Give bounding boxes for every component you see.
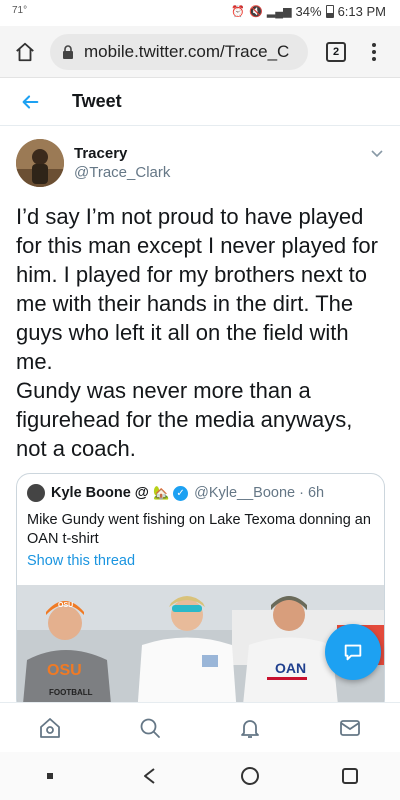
back-button[interactable] bbox=[0, 78, 60, 126]
browser-toolbar: mobile.twitter.com/Trace_C 2 bbox=[0, 26, 400, 78]
house-emoji-icon: 🏡 bbox=[152, 485, 170, 500]
messages-icon bbox=[340, 719, 360, 736]
quoted-author-name: Kyle Boone @ bbox=[51, 485, 149, 501]
avatar-photo bbox=[16, 139, 64, 187]
speech-bubble-icon bbox=[344, 644, 362, 661]
quoted-tweet[interactable]: Kyle Boone @ 🏡 ✓ @Kyle__Boone · 6h Mike … bbox=[16, 473, 385, 713]
back-icon bbox=[144, 768, 155, 784]
bottom-tab-bar bbox=[0, 702, 400, 752]
verified-badge-icon: ✓ bbox=[173, 485, 189, 501]
page-title: Tweet bbox=[72, 91, 122, 111]
quoted-author-handle: @Kyle__Boone bbox=[194, 485, 296, 501]
quoted-timestamp: 6h bbox=[307, 485, 325, 501]
chevron-down-icon[interactable] bbox=[370, 146, 384, 160]
nav-home-button[interactable] bbox=[220, 752, 280, 800]
shirt-football-text: FOOTBALL bbox=[49, 688, 93, 697]
nav-back-button[interactable] bbox=[120, 752, 180, 800]
tab-messages[interactable] bbox=[320, 703, 380, 753]
quoted-tweet-text: Mike Gundy went fishing on Lake Texoma d… bbox=[27, 512, 371, 547]
android-nav-bar bbox=[0, 752, 400, 800]
show-thread-link[interactable]: Show this thread bbox=[27, 553, 135, 569]
temperature: 71° bbox=[12, 5, 28, 16]
address-bar[interactable]: mobile.twitter.com/Trace_C bbox=[50, 33, 308, 70]
tweet-text: I’d say I’m not proud to have played for… bbox=[16, 204, 378, 461]
clock: 6:13 PM bbox=[337, 4, 386, 19]
author-name[interactable]: Tracery bbox=[74, 145, 170, 162]
status-icons: ⏰ 🔇 ▂▄▆ 34% 6:13 PM bbox=[231, 4, 386, 19]
tab-notifications[interactable] bbox=[220, 703, 280, 753]
dot-icon bbox=[372, 49, 376, 54]
browser-menu-button[interactable] bbox=[364, 42, 384, 61]
author-handle[interactable]: @Trace_Clark bbox=[74, 164, 170, 181]
quoted-tweet-header: Kyle Boone @ 🏡 ✓ @Kyle__Boone · 6h bbox=[27, 484, 324, 502]
nav-overview-button[interactable] bbox=[320, 752, 380, 800]
overview-icon bbox=[342, 768, 358, 784]
browser-home-button[interactable] bbox=[0, 26, 50, 78]
nav-recent-button[interactable] bbox=[20, 752, 80, 800]
tab-home[interactable] bbox=[20, 703, 80, 753]
lock-icon bbox=[63, 44, 73, 59]
mute-icon: 🔇 bbox=[249, 6, 263, 18]
alarm-icon: ⏰ bbox=[231, 6, 246, 18]
recent-apps-icon bbox=[47, 773, 53, 779]
notifications-icon bbox=[241, 719, 259, 738]
quoted-avatar bbox=[27, 484, 45, 502]
shirt-osu-logo-text: OSU bbox=[47, 662, 82, 679]
tweet-author: Tracery @Trace_Clark bbox=[16, 138, 386, 188]
home-outline-icon bbox=[16, 42, 34, 61]
arrow-left-icon bbox=[22, 94, 39, 109]
home-circle-icon bbox=[241, 767, 259, 785]
status-bar: 71° ⏰ 🔇 ▂▄▆ 34% 6:13 PM bbox=[0, 0, 400, 26]
dot-icon bbox=[372, 56, 376, 61]
separator: · bbox=[299, 485, 304, 501]
avatar[interactable] bbox=[16, 139, 64, 187]
tab-switcher-button[interactable]: 2 bbox=[326, 41, 346, 62]
tweet-header: Tweet bbox=[0, 78, 400, 126]
cap-logo-text: OSU bbox=[58, 602, 73, 609]
battery-percent: 34% bbox=[295, 4, 322, 19]
tab-search[interactable] bbox=[120, 703, 180, 753]
search-icon bbox=[140, 718, 160, 738]
signal-icon: ▂▄▆ bbox=[266, 6, 292, 18]
battery-icon bbox=[325, 5, 334, 18]
home-icon bbox=[40, 717, 60, 738]
compose-button[interactable] bbox=[325, 624, 381, 680]
url-text: mobile.twitter.com/Trace_C bbox=[84, 41, 290, 61]
shirt-oan-logo-text: OAN bbox=[275, 660, 306, 676]
dot-icon bbox=[372, 42, 376, 47]
